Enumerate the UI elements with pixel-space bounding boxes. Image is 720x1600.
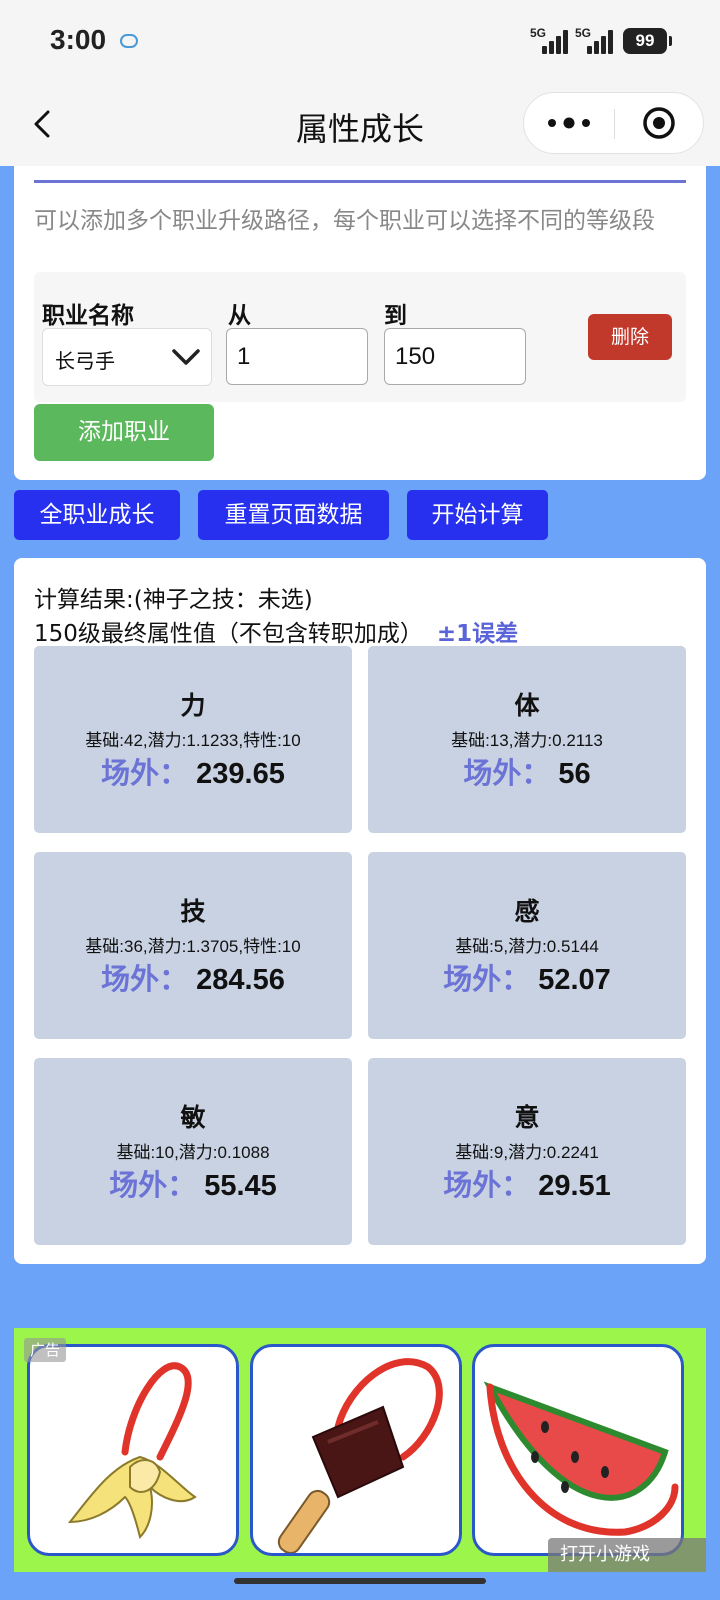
stat-value-row: 场外： 284.56 <box>34 956 352 998</box>
from-level-input[interactable]: 1 <box>226 328 368 385</box>
stat-value: 284.56 <box>196 964 285 996</box>
stat-detail: 基础:9,潜力:0.2241 <box>455 1143 599 1162</box>
ad-banner[interactable]: 广告 <box>14 1328 706 1572</box>
result-title: 计算结果:(神子之技：未选) <box>34 587 313 613</box>
watermelon-icon <box>483 1381 679 1536</box>
result-subtitle-text: 150级最终属性值（不包含转职加成） <box>34 621 423 647</box>
banana-icon <box>67 1362 197 1539</box>
signal-icon: 5G <box>530 26 570 54</box>
signal-icon: 5G <box>575 26 615 54</box>
from-label: 从 <box>228 303 251 329</box>
stat-value: 56 <box>558 758 591 790</box>
cloud-sync-icon <box>120 34 138 48</box>
stat-value: 52.07 <box>538 964 611 996</box>
hint-text: 可以添加多个职业升级路径，每个职业可以选择不同的等级段 <box>34 208 655 234</box>
stat-value: 29.51 <box>538 1170 611 1202</box>
status-bar: 3:00 5G 5G 99 <box>0 0 720 84</box>
ad-tile-ice-cream[interactable] <box>250 1344 462 1556</box>
stat-value: 239.65 <box>196 758 285 790</box>
stat-name: 敏 <box>180 1103 206 1132</box>
start-calculate-button[interactable]: 开始计算 <box>407 490 548 540</box>
stat-value-row: 场外： 52.07 <box>368 956 686 998</box>
delete-button[interactable]: 删除 <box>588 314 672 360</box>
stat-detail: 基础:42,潜力:1.1233,特性:10 <box>85 731 301 750</box>
stat-value-label: 场外： <box>443 1168 531 1202</box>
class-label: 职业名称 <box>42 303 134 329</box>
stat-value-label: 场外： <box>463 756 551 790</box>
stat-name: 体 <box>514 691 540 720</box>
nav-bar: 属性成长 <box>0 84 720 166</box>
class-select-value: 长弓手 <box>55 349 115 373</box>
class-select[interactable]: 长弓手 <box>42 328 212 386</box>
stat-value-row: 场外： 55.45 <box>34 1162 352 1204</box>
stat-value: 55.45 <box>204 1170 277 1202</box>
stat-value-label: 场外： <box>443 962 531 996</box>
status-time: 3:00 <box>50 24 107 55</box>
error-margin: ±1误差 <box>436 621 519 647</box>
network-type: 5G <box>530 26 547 40</box>
more-icon[interactable] <box>524 93 614 153</box>
stat-card-skill: 技 基础:36,潜力:1.3705,特性:10 场外： 284.56 <box>34 852 352 1039</box>
stat-card-agility: 敏 基础:10,潜力:0.1088 场外： 55.45 <box>34 1058 352 1245</box>
close-target-icon[interactable] <box>615 93 704 153</box>
reset-page-button[interactable]: 重置页面数据 <box>198 490 389 540</box>
stat-name: 感 <box>514 897 540 926</box>
stat-value-row: 场外： 29.51 <box>368 1162 686 1204</box>
all-job-growth-button[interactable]: 全职业成长 <box>14 490 180 540</box>
home-indicator[interactable] <box>234 1578 486 1584</box>
job-path-card: 可以添加多个职业升级路径，每个职业可以选择不同的等级段 职业名称 从 到 长弓手… <box>14 166 706 480</box>
add-job-button[interactable]: 添加职业 <box>34 404 214 461</box>
stat-name: 力 <box>180 691 206 720</box>
stat-detail: 基础:36,潜力:1.3705,特性:10 <box>85 937 301 956</box>
stat-card-perception: 感 基础:5,潜力:0.5144 场外： 52.07 <box>368 852 686 1039</box>
stat-card-will: 意 基础:9,潜力:0.2241 场外： 29.51 <box>368 1058 686 1245</box>
stat-value-label: 场外： <box>101 756 189 790</box>
stat-card-strength: 力 基础:42,潜力:1.1233,特性:10 场外： 239.65 <box>34 646 352 833</box>
stat-value-label: 场外： <box>109 1168 197 1202</box>
stat-detail: 基础:10,潜力:0.1088 <box>116 1143 270 1162</box>
stat-card-constitution: 体 基础:13,潜力:0.2113 场外： 56 <box>368 646 686 833</box>
open-mini-game-button[interactable]: 打开小游戏 <box>548 1538 706 1572</box>
stat-name: 意 <box>514 1103 540 1132</box>
stat-detail: 基础:13,潜力:0.2113 <box>451 731 603 750</box>
to-level-input[interactable]: 150 <box>384 328 526 385</box>
battery-icon: 99 <box>623 28 672 54</box>
to-label: 到 <box>384 303 407 329</box>
stat-name: 技 <box>180 897 206 926</box>
ice-cream-icon <box>277 1358 443 1553</box>
chevron-down-icon <box>172 349 200 365</box>
ad-tag: 广告 <box>24 1338 67 1362</box>
stat-value-row: 场外： 56 <box>368 750 686 792</box>
network-type: 5G <box>575 26 592 40</box>
section-divider <box>34 180 686 183</box>
ad-tile-banana[interactable] <box>27 1344 239 1556</box>
stat-value-row: 场外： 239.65 <box>34 750 352 792</box>
job-row: 职业名称 从 到 长弓手 1 150 删除 <box>34 272 686 402</box>
result-card: 计算结果:(神子之技：未选) 150级最终属性值（不包含转职加成） ±1误差 力 … <box>14 558 706 1264</box>
stat-detail: 基础:5,潜力:0.5144 <box>455 937 599 956</box>
mini-program-capsule <box>523 92 704 154</box>
stat-value-label: 场外： <box>101 962 189 996</box>
ad-tile-watermelon[interactable] <box>472 1344 684 1556</box>
result-subtitle: 150级最终属性值（不包含转职加成） ±1误差 <box>34 614 518 648</box>
